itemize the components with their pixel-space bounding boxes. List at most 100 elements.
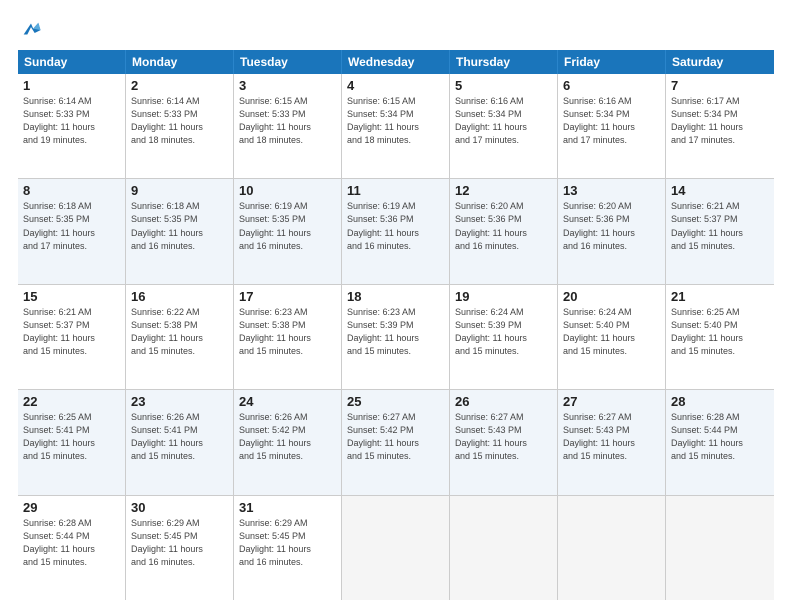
day-info: Sunrise: 6:14 AM Sunset: 5:33 PM Dayligh… [23,95,120,147]
day-info: Sunrise: 6:27 AM Sunset: 5:43 PM Dayligh… [455,411,552,463]
day-info: Sunrise: 6:25 AM Sunset: 5:41 PM Dayligh… [23,411,120,463]
day-number: 6 [563,78,660,93]
day-number: 17 [239,289,336,304]
calendar-cell [558,496,666,600]
weekday-header: Friday [558,50,666,74]
day-info: Sunrise: 6:26 AM Sunset: 5:41 PM Dayligh… [131,411,228,463]
day-info: Sunrise: 6:23 AM Sunset: 5:39 PM Dayligh… [347,306,444,358]
day-info: Sunrise: 6:28 AM Sunset: 5:44 PM Dayligh… [671,411,769,463]
day-info: Sunrise: 6:14 AM Sunset: 5:33 PM Dayligh… [131,95,228,147]
calendar-cell: 28 Sunrise: 6:28 AM Sunset: 5:44 PM Dayli… [666,390,774,494]
day-number: 19 [455,289,552,304]
calendar-cell: 8 Sunrise: 6:18 AM Sunset: 5:35 PM Daylig… [18,179,126,283]
day-number: 2 [131,78,228,93]
day-number: 13 [563,183,660,198]
day-number: 22 [23,394,120,409]
day-number: 23 [131,394,228,409]
day-info: Sunrise: 6:18 AM Sunset: 5:35 PM Dayligh… [131,200,228,252]
day-info: Sunrise: 6:16 AM Sunset: 5:34 PM Dayligh… [455,95,552,147]
day-number: 3 [239,78,336,93]
weekday-header: Wednesday [342,50,450,74]
day-number: 18 [347,289,444,304]
calendar-cell: 24Sunrise: 6:26 AM Sunset: 5:42 PM Dayli… [234,390,342,494]
header [18,18,774,40]
day-number: 1 [23,78,120,93]
day-info: Sunrise: 6:25 AM Sunset: 5:40 PM Dayligh… [671,306,769,358]
calendar-cell: 17 Sunrise: 6:23 AM Sunset: 5:38 PM Dayli… [234,285,342,389]
day-number: 16 [131,289,228,304]
day-number: 24 [239,394,336,409]
day-info: Sunrise: 6:29 AM Sunset: 5:45 PM Dayligh… [239,517,336,569]
weekday-header: Monday [126,50,234,74]
day-info: Sunrise: 6:20 AM Sunset: 5:36 PM Dayligh… [455,200,552,252]
calendar: SundayMondayTuesdayWednesdayThursdayFrid… [18,50,774,600]
calendar-cell: 7Sunrise: 6:17 AM Sunset: 5:34 PM Daylig… [666,74,774,178]
day-number: 29 [23,500,120,515]
calendar-cell: 3 Sunrise: 6:15 AM Sunset: 5:33 PM Daylig… [234,74,342,178]
calendar-cell: 21 Sunrise: 6:25 AM Sunset: 5:40 PM Dayli… [666,285,774,389]
calendar-row: 15 Sunrise: 6:21 AM Sunset: 5:37 PM Dayli… [18,285,774,390]
calendar-cell: 22 Sunrise: 6:25 AM Sunset: 5:41 PM Dayli… [18,390,126,494]
calendar-cell: 5 Sunrise: 6:16 AM Sunset: 5:34 PM Daylig… [450,74,558,178]
calendar-cell: 31 Sunrise: 6:29 AM Sunset: 5:45 PM Dayli… [234,496,342,600]
day-info: Sunrise: 6:22 AM Sunset: 5:38 PM Dayligh… [131,306,228,358]
day-info: Sunrise: 6:17 AM Sunset: 5:34 PM Dayligh… [671,95,769,147]
weekday-header: Saturday [666,50,774,74]
day-info: Sunrise: 6:23 AM Sunset: 5:38 PM Dayligh… [239,306,336,358]
calendar-cell: 10Sunrise: 6:19 AM Sunset: 5:35 PM Dayli… [234,179,342,283]
weekday-header: Tuesday [234,50,342,74]
day-info: Sunrise: 6:18 AM Sunset: 5:35 PM Dayligh… [23,200,120,252]
weekday-header: Sunday [18,50,126,74]
day-number: 31 [239,500,336,515]
calendar-cell: 14 Sunrise: 6:21 AM Sunset: 5:37 PM Dayli… [666,179,774,283]
calendar-cell: 29 Sunrise: 6:28 AM Sunset: 5:44 PM Dayli… [18,496,126,600]
day-info: Sunrise: 6:19 AM Sunset: 5:36 PM Dayligh… [347,200,444,252]
calendar-cell: 15 Sunrise: 6:21 AM Sunset: 5:37 PM Dayli… [18,285,126,389]
calendar-cell: 30Sunrise: 6:29 AM Sunset: 5:45 PM Dayli… [126,496,234,600]
calendar-row: 29 Sunrise: 6:28 AM Sunset: 5:44 PM Dayli… [18,496,774,600]
day-info: Sunrise: 6:15 AM Sunset: 5:34 PM Dayligh… [347,95,444,147]
logo-bird-icon [20,18,42,40]
day-number: 11 [347,183,444,198]
day-number: 21 [671,289,769,304]
calendar-cell: 4Sunrise: 6:15 AM Sunset: 5:34 PM Daylig… [342,74,450,178]
calendar-row: 8 Sunrise: 6:18 AM Sunset: 5:35 PM Daylig… [18,179,774,284]
calendar-cell: 23 Sunrise: 6:26 AM Sunset: 5:41 PM Dayli… [126,390,234,494]
day-info: Sunrise: 6:24 AM Sunset: 5:40 PM Dayligh… [563,306,660,358]
day-info: Sunrise: 6:21 AM Sunset: 5:37 PM Dayligh… [23,306,120,358]
calendar-cell: 13 Sunrise: 6:20 AM Sunset: 5:36 PM Dayli… [558,179,666,283]
page: SundayMondayTuesdayWednesdayThursdayFrid… [0,0,792,612]
calendar-cell [342,496,450,600]
logo [18,18,42,40]
day-info: Sunrise: 6:16 AM Sunset: 5:34 PM Dayligh… [563,95,660,147]
day-number: 20 [563,289,660,304]
day-info: Sunrise: 6:21 AM Sunset: 5:37 PM Dayligh… [671,200,769,252]
calendar-cell: 19Sunrise: 6:24 AM Sunset: 5:39 PM Dayli… [450,285,558,389]
calendar-cell: 20 Sunrise: 6:24 AM Sunset: 5:40 PM Dayli… [558,285,666,389]
calendar-cell: 6 Sunrise: 6:16 AM Sunset: 5:34 PM Daylig… [558,74,666,178]
calendar-body: 1 Sunrise: 6:14 AM Sunset: 5:33 PM Daylig… [18,74,774,600]
calendar-cell [450,496,558,600]
day-number: 28 [671,394,769,409]
day-info: Sunrise: 6:27 AM Sunset: 5:42 PM Dayligh… [347,411,444,463]
calendar-cell: 16 Sunrise: 6:22 AM Sunset: 5:38 PM Dayli… [126,285,234,389]
calendar-row: 22 Sunrise: 6:25 AM Sunset: 5:41 PM Dayli… [18,390,774,495]
calendar-cell: 26Sunrise: 6:27 AM Sunset: 5:43 PM Dayli… [450,390,558,494]
day-number: 15 [23,289,120,304]
day-number: 27 [563,394,660,409]
day-number: 5 [455,78,552,93]
day-info: Sunrise: 6:20 AM Sunset: 5:36 PM Dayligh… [563,200,660,252]
calendar-cell: 9Sunrise: 6:18 AM Sunset: 5:35 PM Daylig… [126,179,234,283]
day-number: 14 [671,183,769,198]
day-number: 30 [131,500,228,515]
calendar-cell: 18 Sunrise: 6:23 AM Sunset: 5:39 PM Dayli… [342,285,450,389]
day-info: Sunrise: 6:28 AM Sunset: 5:44 PM Dayligh… [23,517,120,569]
day-number: 8 [23,183,120,198]
day-info: Sunrise: 6:19 AM Sunset: 5:35 PM Dayligh… [239,200,336,252]
day-info: Sunrise: 6:15 AM Sunset: 5:33 PM Dayligh… [239,95,336,147]
calendar-cell: 1 Sunrise: 6:14 AM Sunset: 5:33 PM Daylig… [18,74,126,178]
weekday-header: Thursday [450,50,558,74]
day-number: 25 [347,394,444,409]
calendar-header: SundayMondayTuesdayWednesdayThursdayFrid… [18,50,774,74]
calendar-cell: 2 Sunrise: 6:14 AM Sunset: 5:33 PM Daylig… [126,74,234,178]
